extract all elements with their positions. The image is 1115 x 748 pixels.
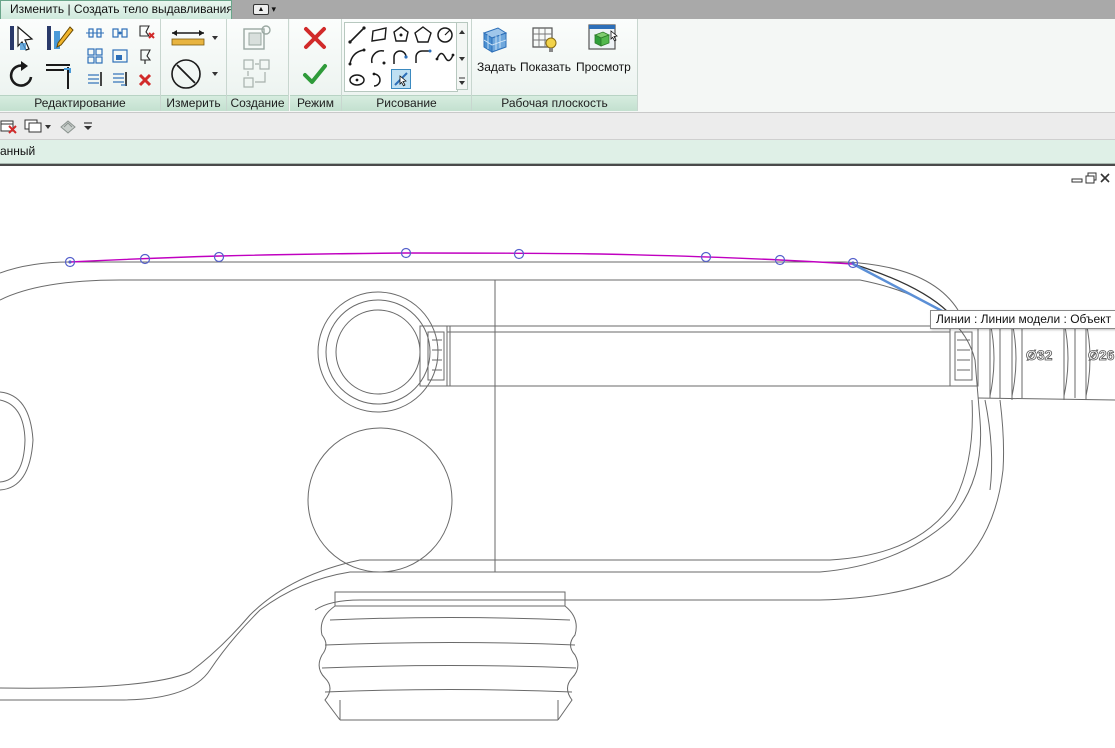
- left-circle: [0, 391, 34, 491]
- body-outer-outline: [0, 261, 959, 311]
- panel-edit: Редактирование: [0, 19, 161, 111]
- ring-inner: [335, 309, 421, 395]
- spline-icon[interactable]: [435, 47, 455, 67]
- ribbon: Редактирование Измерить Создание Режим Р…: [0, 19, 1115, 113]
- ribbon-tab-strip: Изменить | Создать тело выдавливания ▲ ▾: [0, 0, 1115, 20]
- minimize-ribbon-icon[interactable]: ▲: [253, 4, 269, 16]
- visibility-graphics-icon[interactable]: [58, 118, 78, 134]
- mirror-icon[interactable]: [111, 71, 129, 87]
- panel-create: Создание: [227, 19, 289, 111]
- workplane-viewer-label[interactable]: Просмотр: [576, 60, 631, 74]
- split-icon[interactable]: [86, 71, 104, 87]
- ribbon-minimize-toggle[interactable]: ▲ ▾: [253, 2, 281, 16]
- scale-icon[interactable]: [111, 48, 129, 64]
- create-similar-icon[interactable]: [241, 57, 273, 91]
- body-inner-outline: [0, 279, 982, 701]
- rod-body: [446, 325, 951, 387]
- panel-label-edit: Редактирование: [0, 95, 160, 111]
- tangent-arc-icon[interactable]: [391, 47, 411, 67]
- panel-label-draw: Рисование: [342, 95, 471, 111]
- center-arc-icon[interactable]: [369, 47, 389, 67]
- inscribed-polygon-icon[interactable]: [391, 25, 411, 45]
- options-bar: анный: [0, 140, 1115, 164]
- circle-icon[interactable]: [435, 25, 455, 45]
- workplane-show-label[interactable]: Показать: [520, 60, 571, 74]
- trim-icon[interactable]: [44, 59, 76, 91]
- ellipse-icon[interactable]: [347, 69, 367, 89]
- delete-icon[interactable]: [137, 72, 153, 88]
- drawing-canvas[interactable]: Ø32 Ø26 Линии : Линии модели : Объект: [0, 166, 1115, 748]
- body-right-curve: [314, 399, 1005, 611]
- panel-measure: Измерить: [161, 19, 227, 111]
- lower-circle: [307, 427, 453, 573]
- panel-workplane: Задать Показать Просмотр Рабочая плоскос…: [472, 19, 638, 111]
- panel-label-workplane: Рабочая плоскость: [472, 95, 637, 111]
- finish-edit-icon[interactable]: [302, 61, 328, 87]
- switch-windows-icon[interactable]: [24, 118, 52, 134]
- options-bar-label: анный: [0, 144, 36, 158]
- rectangle-icon[interactable]: [369, 25, 389, 45]
- hover-line: [852, 262, 945, 314]
- customize-toolbar-icon[interactable]: [82, 120, 94, 132]
- start-end-arc-icon[interactable]: [347, 47, 367, 67]
- panel-label-measure: Измерить: [161, 95, 226, 111]
- tab-modify-create-extrusion[interactable]: Изменить | Создать тело выдавливания: [0, 0, 232, 19]
- rod-end-left: [419, 325, 451, 387]
- quick-toolbar: [0, 113, 1115, 140]
- paste-icon[interactable]: [44, 23, 76, 53]
- model-drawing: Ø32 Ø26: [0, 247, 1115, 721]
- unpin-icon[interactable]: [137, 24, 155, 40]
- dimension-icon[interactable]: [170, 57, 218, 91]
- spline-control-point: [213, 251, 225, 263]
- draw-gallery-scroll[interactable]: [456, 22, 468, 90]
- body-lower-outline: [0, 399, 973, 689]
- align-icon[interactable]: [86, 25, 104, 41]
- panel-label-create: Создание: [227, 95, 288, 111]
- workplane-set-icon[interactable]: [481, 24, 509, 54]
- body-right-curve-2: [984, 399, 993, 491]
- modify-icon[interactable]: [6, 23, 36, 53]
- dimension-label-26: Ø26: [1088, 347, 1115, 363]
- close-hidden-windows-icon[interactable]: [0, 118, 18, 134]
- panel-label-mode: Режим: [290, 95, 341, 111]
- left-circle-inner: [0, 399, 26, 483]
- offset-icon[interactable]: [111, 25, 129, 41]
- partial-ellipse-icon[interactable]: [369, 69, 389, 89]
- workplane-show-icon[interactable]: [530, 24, 560, 54]
- rotate-icon[interactable]: [7, 59, 37, 91]
- circumscribed-polygon-icon[interactable]: [413, 25, 433, 45]
- cancel-edit-icon[interactable]: [302, 25, 328, 51]
- chevron-down-icon[interactable]: ▾: [269, 4, 277, 14]
- measure-icon[interactable]: [170, 27, 218, 49]
- workplane-set-label[interactable]: Задать: [477, 60, 516, 74]
- draw-tools-gallery: [344, 22, 458, 92]
- panel-draw: Рисование: [342, 19, 472, 111]
- line-icon[interactable]: [347, 25, 367, 45]
- hover-tooltip: Линии : Линии модели : Объект: [930, 310, 1115, 329]
- array-icon[interactable]: [86, 48, 104, 64]
- create-group-icon[interactable]: [241, 23, 273, 53]
- panel-mode: Режим: [290, 19, 342, 111]
- bellows-bottom: [334, 591, 566, 607]
- workplane-viewer-icon[interactable]: [587, 23, 619, 53]
- pick-lines-icon[interactable]: [391, 69, 411, 89]
- pin-icon[interactable]: [137, 48, 155, 64]
- dimension-label-32: Ø32: [1026, 347, 1053, 363]
- ring-mid: [325, 299, 431, 405]
- fillet-arc-icon[interactable]: [413, 47, 433, 67]
